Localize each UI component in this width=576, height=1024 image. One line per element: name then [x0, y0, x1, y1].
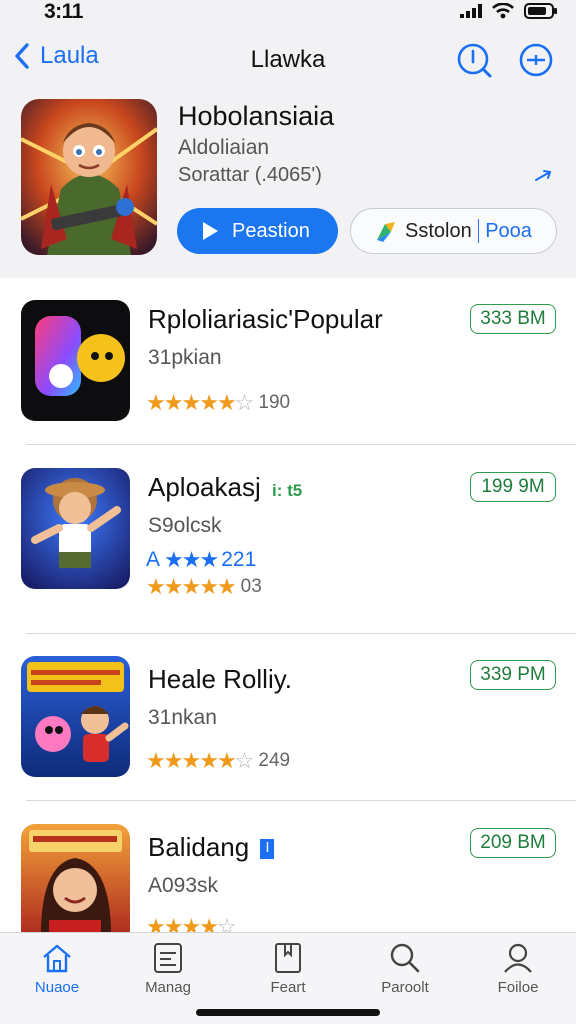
star-icon: ★: [199, 547, 219, 572]
empty-star-icon: ☆: [234, 748, 255, 773]
star-icon: ★: [181, 390, 201, 415]
empty-star-icon: ☆: [234, 390, 255, 415]
star-icon: ★: [181, 574, 201, 599]
app-subtitle: 31pkian: [148, 346, 222, 369]
tab-search[interactable]: Paroolt: [350, 941, 460, 996]
home-indicator[interactable]: [196, 1009, 380, 1016]
battery-icon: [524, 3, 557, 19]
status-bar: 3:11: [0, 0, 576, 28]
star-icon: ★: [181, 748, 201, 773]
app-title-wrap: Balidang I: [148, 832, 275, 863]
tab-home[interactable]: Nuaoe: [2, 941, 112, 996]
play-icon: [203, 222, 218, 240]
app-subtitle: S9olcsk: [148, 514, 222, 537]
button-divider: [477, 219, 480, 243]
app-rating: ★ ★ ★ ★ ★ ☆ 249: [146, 750, 290, 772]
store-button[interactable]: Sstolon Pooa: [350, 208, 557, 254]
list-item[interactable]: Aploakasj i: t5 S9olcsk A ★ ★ ★ 221 ★ ★ ★ ★ ★ …: [0, 446, 576, 626]
app-icon[interactable]: [21, 656, 130, 777]
app-rating: ★ ★ ★ ★ ★ 03: [146, 576, 262, 598]
list-item[interactable]: Rploliariasic'Popular 31pkian ★ ★ ★ ★ ★ ☆ 190…: [0, 278, 576, 458]
featured-meta: Sorattar (.4065'): [178, 164, 322, 186]
app-title-wrap: Aploakasj i: t5: [148, 472, 302, 503]
featured-app-icon[interactable]: [21, 99, 157, 255]
navigation-bar: Laula Llawka: [0, 36, 576, 86]
star-icon: ★: [163, 574, 184, 599]
star-icon: ★: [163, 390, 184, 415]
size-badge[interactable]: 209 BM: [470, 828, 556, 858]
bookmark-icon: [275, 943, 301, 973]
divider: [26, 800, 576, 801]
tab-label: Nuaoe: [34, 979, 80, 996]
rating-count: 190: [258, 392, 291, 413]
star-icon: ★: [199, 390, 219, 415]
store-button-accent: Pooa: [485, 219, 532, 242]
half-star-icon: ★: [216, 390, 237, 415]
tab-profile[interactable]: Foiloe: [463, 941, 573, 996]
tab-label: Paroolt: [381, 979, 429, 996]
half-star-icon: ★: [216, 748, 237, 773]
rating-count: 249: [258, 750, 291, 771]
tab-featured[interactable]: Feart: [233, 941, 343, 996]
signal-icon: [460, 4, 482, 18]
app-title: Balidang: [148, 832, 250, 862]
play-button-label: Peastion: [232, 219, 310, 242]
app-icon[interactable]: [21, 300, 130, 421]
star-icon: ★: [199, 574, 219, 599]
status-time: 3:11: [44, 0, 83, 23]
app-subtitle: 31nkan: [148, 706, 217, 729]
app-tag: i: t5: [271, 481, 303, 500]
star-icon: ★: [181, 547, 202, 572]
star-icon: ★: [146, 748, 166, 773]
app-subtitle: A093sk: [148, 874, 219, 897]
alt-rating-count: 221: [221, 548, 257, 571]
search-icon: [390, 943, 420, 973]
star-icon: ★: [199, 748, 219, 773]
star-icon: ★: [146, 574, 166, 599]
wifi-icon: [492, 3, 514, 19]
tab-label: Manag: [145, 979, 191, 996]
share-arrow-icon[interactable]: [534, 166, 554, 184]
star-icon: ★: [216, 574, 237, 599]
app-title: Aploakasj: [148, 472, 261, 502]
profile-icon: [504, 943, 532, 973]
list-item[interactable]: Heale Rolliy. 31nkan ★ ★ ★ ★ ★ ☆ 249 339 PM: [0, 634, 576, 814]
rating-count: 03: [240, 576, 262, 597]
tab-label: Feart: [270, 979, 306, 996]
status-icons: [460, 3, 558, 19]
divider: [26, 444, 576, 445]
app-rating: ★ ★ ★ ★ ★ ☆ 190: [146, 392, 290, 414]
size-badge[interactable]: 333 BM: [470, 304, 556, 334]
star-icon: ★: [164, 547, 184, 572]
play-button[interactable]: Peastion: [177, 208, 338, 254]
app-alt-rating: A ★ ★ ★ 221: [146, 548, 256, 572]
featured-app: Hobolansiaia Aldoliaian Sorattar (.4065'…: [0, 96, 576, 266]
store-logo-icon: [377, 222, 395, 242]
tab-manage[interactable]: Manag: [113, 941, 223, 996]
app-icon[interactable]: [21, 468, 130, 589]
more-icon[interactable]: [516, 40, 556, 80]
app-icon[interactable]: [21, 824, 130, 945]
app-tag: I: [260, 839, 275, 860]
star-icon: ★: [146, 390, 166, 415]
store-button-label: Sstolon: [405, 219, 472, 242]
featured-subtitle: Aldoliaian: [178, 136, 270, 159]
alt-rating-prefix: A: [146, 548, 161, 571]
size-badge[interactable]: 199 9M: [470, 472, 556, 502]
app-title: Rploliariasic'Popular: [148, 304, 383, 334]
featured-title: Hobolansiaia: [178, 101, 335, 131]
tab-label: Foiloe: [497, 979, 539, 996]
size-badge[interactable]: 339 PM: [470, 660, 556, 690]
star-icon: ★: [163, 748, 184, 773]
list-icon: [154, 943, 182, 973]
info-search-icon[interactable]: [454, 40, 494, 80]
home-icon: [43, 944, 71, 973]
app-title: Heale Rolliy.: [148, 664, 293, 694]
